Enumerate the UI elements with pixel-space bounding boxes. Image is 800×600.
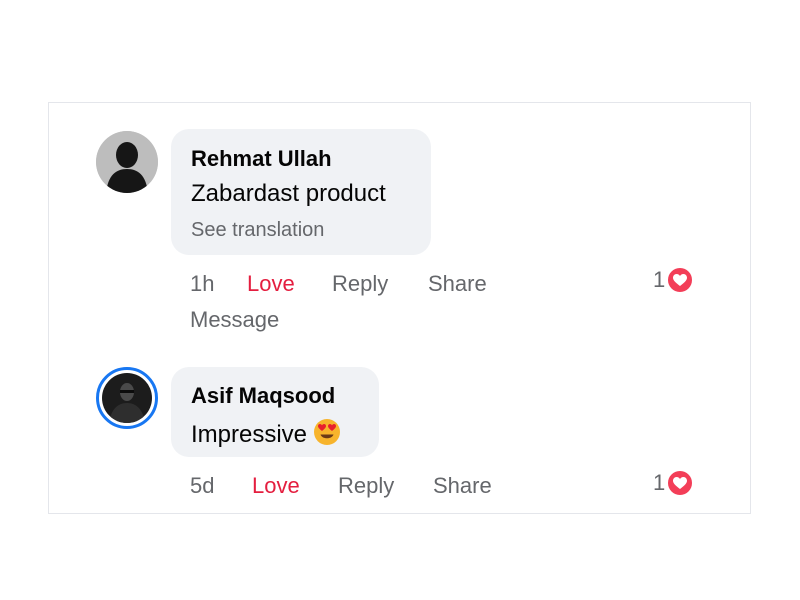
comment-bubble: Asif Maqsood Impressive bbox=[171, 367, 379, 457]
love-button[interactable]: Love bbox=[247, 271, 295, 297]
profile-photo-icon bbox=[102, 373, 152, 423]
message-button[interactable]: Message bbox=[190, 307, 279, 333]
comment-timestamp[interactable]: 5d bbox=[190, 473, 214, 499]
comment-text: Zabardast product bbox=[191, 180, 386, 207]
avatar-story-ring[interactable] bbox=[96, 367, 158, 429]
comment-author[interactable]: Asif Maqsood bbox=[191, 383, 335, 409]
comment-bubble: Rehmat Ullah Zabardast product See trans… bbox=[171, 129, 431, 255]
share-button[interactable]: Share bbox=[433, 473, 492, 499]
reply-button[interactable]: Reply bbox=[338, 473, 394, 499]
love-button[interactable]: Love bbox=[252, 473, 300, 499]
see-translation-link[interactable]: See translation bbox=[191, 219, 324, 242]
avatar[interactable] bbox=[96, 131, 158, 193]
comment-text-line: Impressive bbox=[191, 418, 341, 453]
reaction-count: 1 bbox=[653, 470, 666, 495]
comments-panel: Rehmat Ullah Zabardast product See trans… bbox=[48, 102, 751, 514]
reaction-summary[interactable]: 1 bbox=[653, 266, 695, 294]
share-button[interactable]: Share bbox=[428, 271, 487, 297]
reaction-summary[interactable]: 1 bbox=[653, 469, 695, 497]
profile-silhouette-icon bbox=[96, 131, 158, 193]
heart-icon bbox=[666, 469, 695, 497]
reply-button[interactable]: Reply bbox=[332, 271, 388, 297]
comment-timestamp[interactable]: 1h bbox=[190, 271, 214, 297]
reaction-count: 1 bbox=[653, 267, 666, 292]
heart-icon bbox=[666, 266, 695, 294]
comment-text: Impressive bbox=[191, 421, 308, 448]
heart-eyes-emoji-icon bbox=[313, 418, 341, 453]
comment-author[interactable]: Rehmat Ullah bbox=[191, 146, 332, 172]
